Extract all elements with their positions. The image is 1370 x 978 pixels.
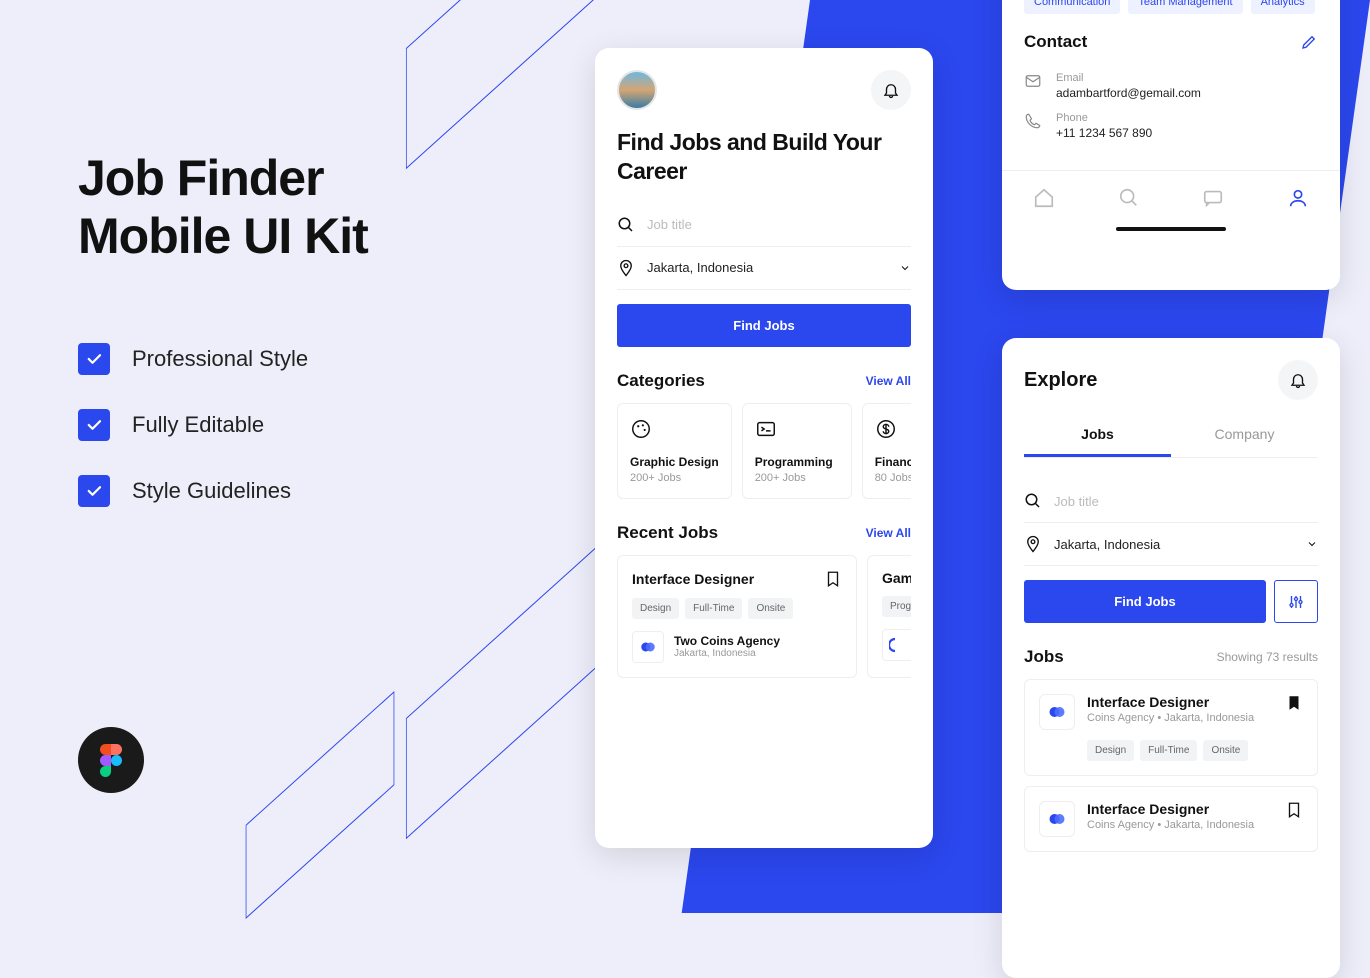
palette-icon xyxy=(630,418,652,440)
view-all-categories-link[interactable]: View All xyxy=(866,374,911,388)
search-icon xyxy=(617,216,635,234)
promo-title: Job Finder Mobile UI Kit xyxy=(78,150,518,265)
sliders-icon xyxy=(1287,593,1305,611)
terminal-icon xyxy=(755,418,777,440)
search-tab-icon[interactable] xyxy=(1118,187,1140,209)
check-icon xyxy=(78,409,110,441)
job-card[interactable]: Game D Programm S xyxy=(867,555,911,678)
skill-chip: Communication xyxy=(1024,0,1120,14)
category-card[interactable]: Graphic Design 200+ Jobs xyxy=(617,403,732,499)
phone-explore-screen: Explore Jobs Company Job title Jakarta, … xyxy=(1002,338,1340,978)
jobs-heading: Jobs xyxy=(1024,647,1064,667)
chevron-down-icon xyxy=(1306,538,1318,550)
company-logo xyxy=(882,629,911,661)
figma-logo-icon xyxy=(78,727,144,793)
dollar-icon xyxy=(875,418,897,440)
view-all-recent-link[interactable]: View All xyxy=(866,526,911,540)
find-jobs-button[interactable]: Find Jobs xyxy=(1024,580,1266,623)
location-icon xyxy=(617,259,635,277)
bell-icon xyxy=(882,81,900,99)
job-tag: Full-Time xyxy=(1140,740,1197,761)
bookmark-filled-icon[interactable] xyxy=(1285,694,1303,712)
job-tag: Design xyxy=(632,598,679,619)
check-icon xyxy=(78,343,110,375)
profile-tab-icon[interactable] xyxy=(1287,187,1309,209)
skill-chip: Analytics xyxy=(1251,0,1315,14)
decorative-shape xyxy=(246,691,395,919)
search-icon xyxy=(1024,492,1042,510)
recent-jobs-heading: Recent Jobs xyxy=(617,523,718,543)
bookmark-icon[interactable] xyxy=(824,570,842,588)
contact-heading: Contact xyxy=(1024,32,1087,52)
job-tag: Onsite xyxy=(748,598,793,619)
edit-icon[interactable] xyxy=(1300,33,1318,51)
location-select[interactable]: Jakarta, Indonesia xyxy=(617,247,911,290)
phone-home-screen: Find Jobs and Build Your Career Job titl… xyxy=(595,48,933,848)
job-listing[interactable]: Interface Designer Coins Agency • Jakart… xyxy=(1024,679,1318,776)
category-card[interactable]: Finance 80 Jobs xyxy=(862,403,911,499)
location-select[interactable]: Jakarta, Indonesia xyxy=(1024,523,1318,566)
page-headline: Find Jobs and Build Your Career xyxy=(617,128,911,186)
avatar[interactable] xyxy=(617,70,657,110)
find-jobs-button[interactable]: Find Jobs xyxy=(617,304,911,347)
explore-heading: Explore xyxy=(1024,369,1097,392)
filter-button[interactable] xyxy=(1274,580,1318,623)
chat-tab-icon[interactable] xyxy=(1202,187,1224,209)
categories-heading: Categories xyxy=(617,371,705,391)
company-logo xyxy=(1039,801,1075,837)
notifications-button[interactable] xyxy=(871,70,911,110)
bell-icon xyxy=(1289,371,1307,389)
job-card[interactable]: Interface Designer Design Full-Time Onsi… xyxy=(617,555,857,678)
skill-chip: Team Management xyxy=(1128,0,1242,14)
bookmark-icon[interactable] xyxy=(1285,801,1303,819)
home-tab-icon[interactable] xyxy=(1033,187,1055,209)
job-title-input[interactable]: Job title xyxy=(617,204,911,247)
company-logo xyxy=(1039,694,1075,730)
category-card[interactable]: Programming 200+ Jobs xyxy=(742,403,852,499)
results-count: Showing 73 results xyxy=(1217,650,1318,664)
feature-item: Style Guidelines xyxy=(78,475,518,507)
chevron-down-icon xyxy=(899,262,911,274)
notifications-button[interactable] xyxy=(1278,360,1318,400)
decorative-shape xyxy=(406,531,614,839)
location-icon xyxy=(1024,535,1042,553)
check-icon xyxy=(78,475,110,507)
job-title-input[interactable]: Job title xyxy=(1024,480,1318,523)
job-tag: Full-Time xyxy=(685,598,742,619)
job-listing[interactable]: Interface Designer Coins Agency • Jakart… xyxy=(1024,786,1318,852)
tab-company[interactable]: Company xyxy=(1171,414,1318,457)
job-tag: Onsite xyxy=(1203,740,1248,761)
phone-profile-screen: Communication Team Management Analytics … xyxy=(1002,0,1340,290)
company-logo xyxy=(632,631,664,663)
job-tag: Design xyxy=(1087,740,1134,761)
phone-icon xyxy=(1024,112,1042,130)
feature-item: Professional Style xyxy=(78,343,518,375)
tab-jobs[interactable]: Jobs xyxy=(1024,414,1171,457)
email-icon xyxy=(1024,72,1042,90)
job-tag: Programm xyxy=(882,596,911,617)
decorative-shape xyxy=(406,0,614,169)
home-indicator xyxy=(1116,227,1226,231)
feature-item: Fully Editable xyxy=(78,409,518,441)
